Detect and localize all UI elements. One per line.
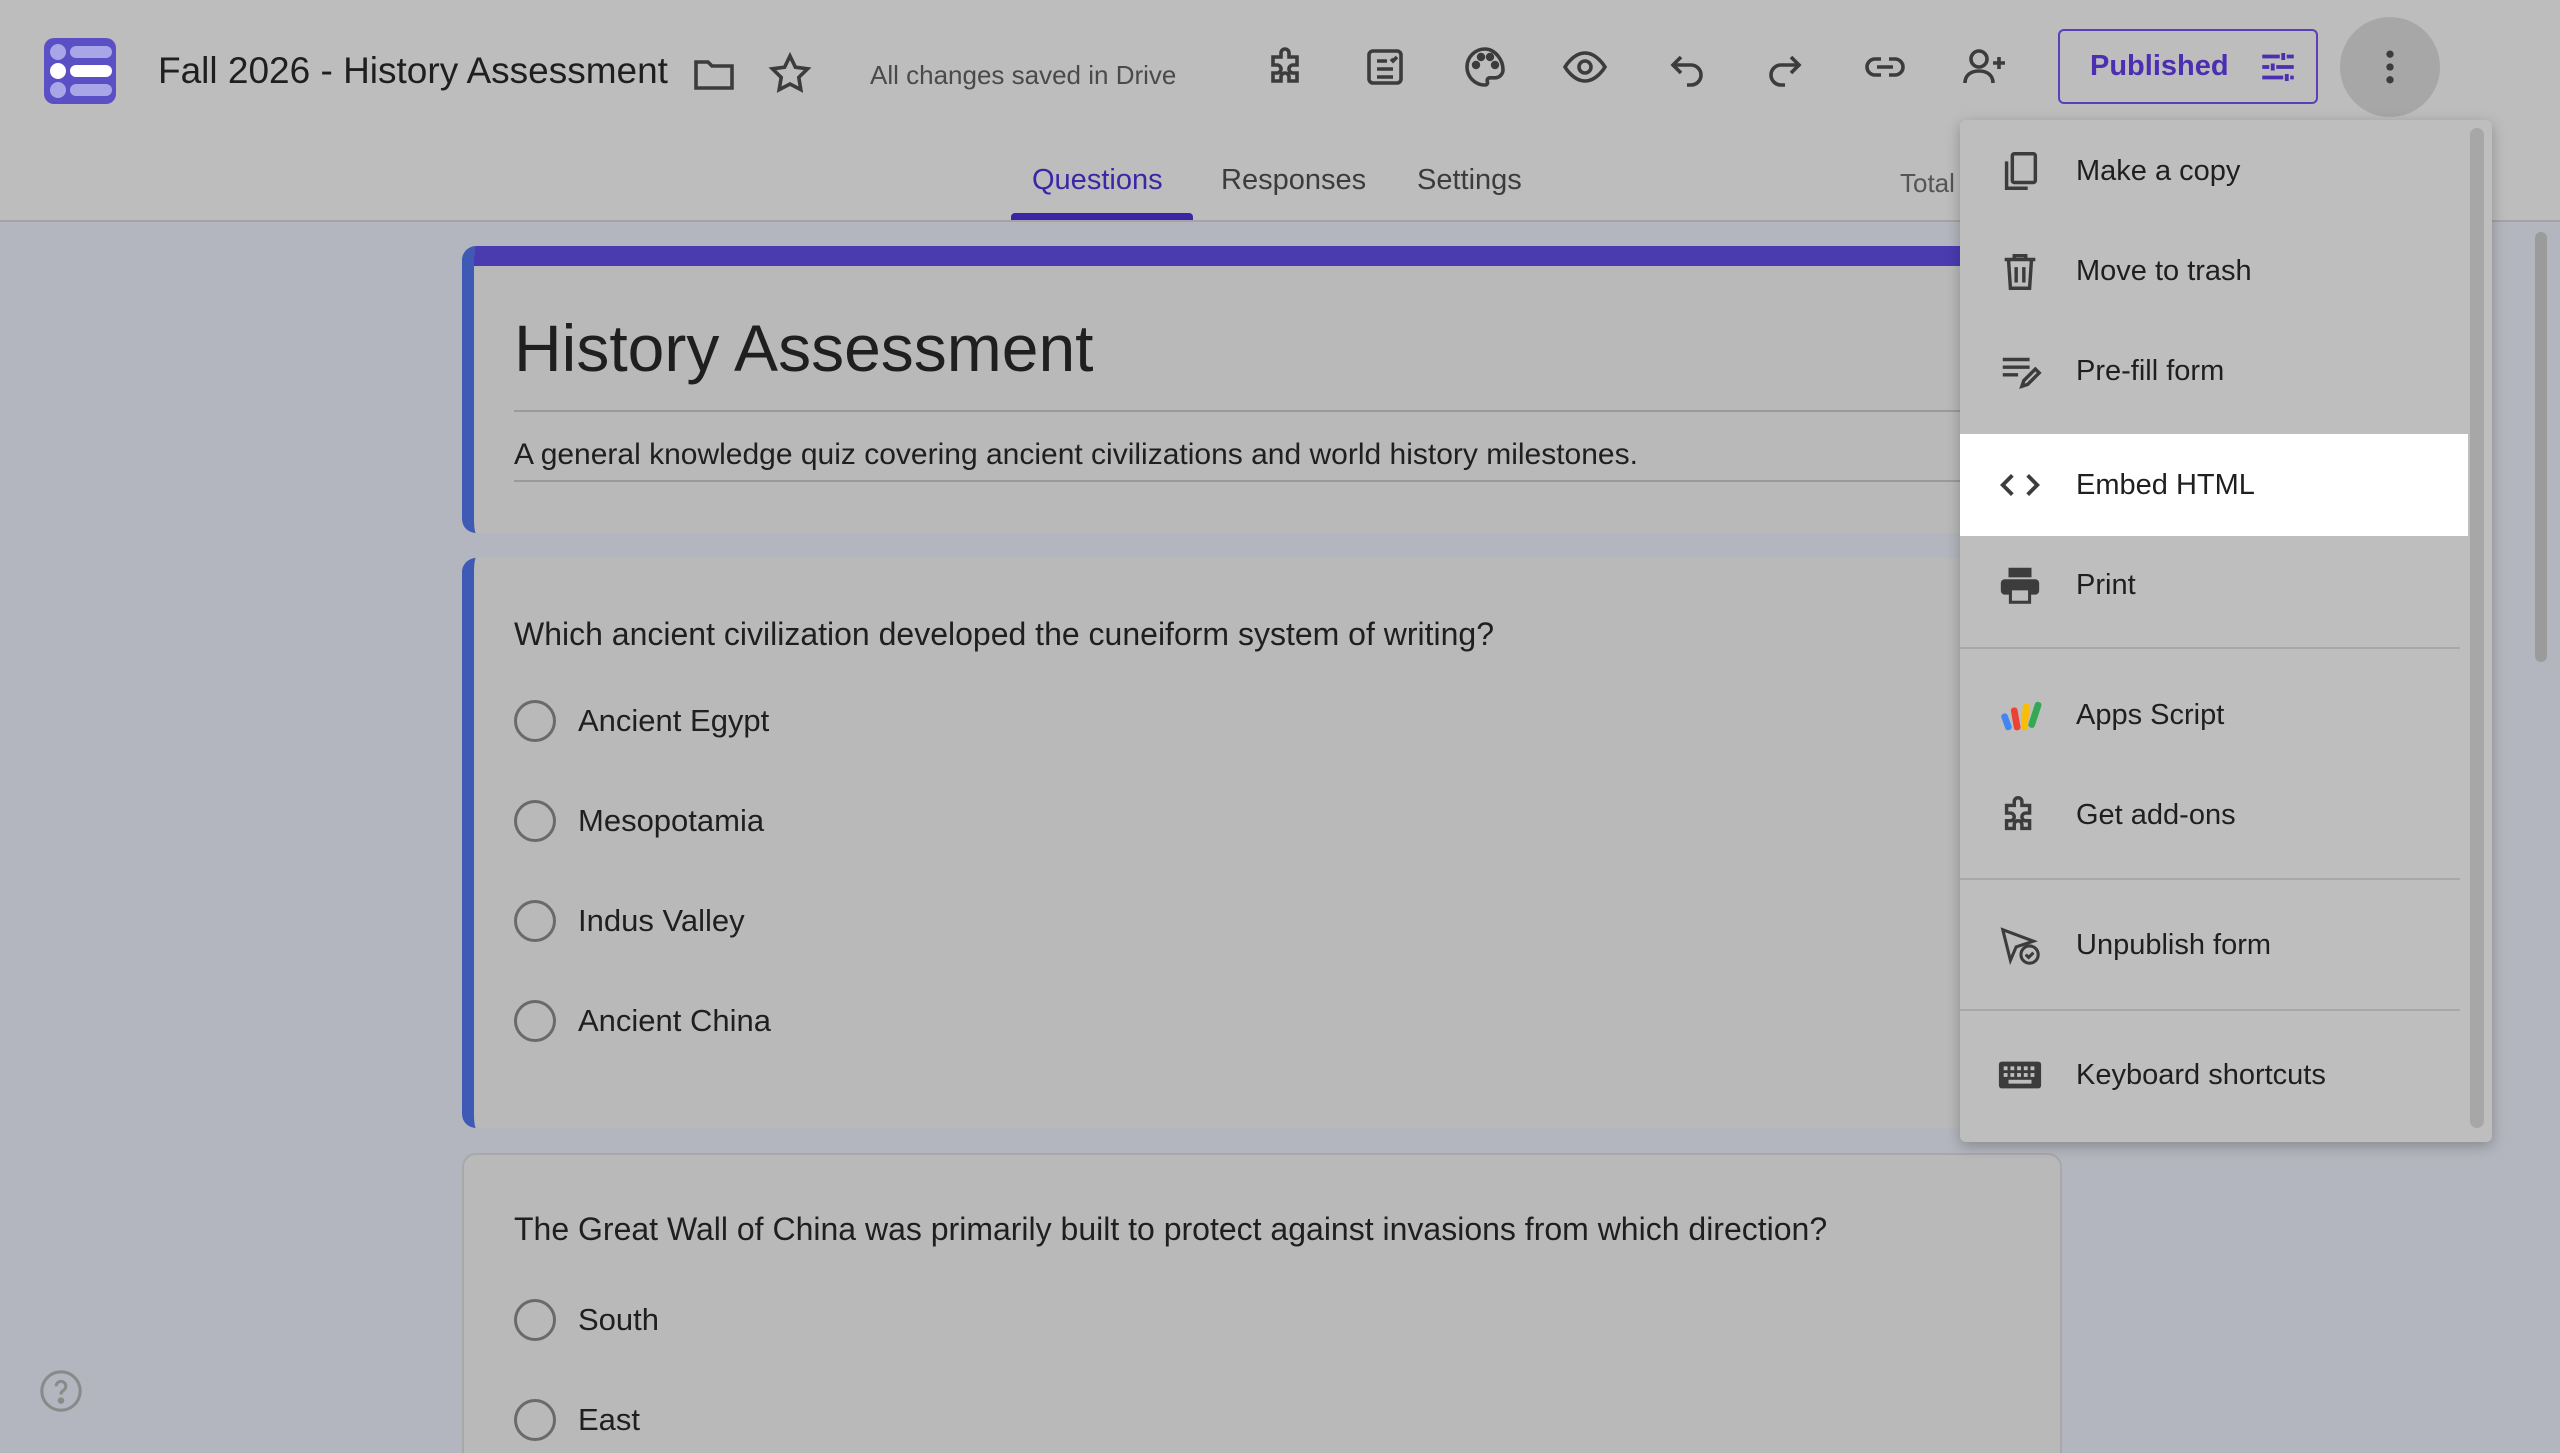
trash-icon	[2004, 253, 2036, 290]
undo-button[interactable]	[1660, 40, 1714, 94]
addons-icon	[1271, 47, 1299, 83]
preview-icon	[1562, 51, 1608, 83]
radio-button[interactable]	[514, 1299, 556, 1341]
option-label: Indus Valley	[578, 903, 745, 938]
prefill-icon	[2002, 357, 2042, 390]
menu-item-label: Make a copy	[2076, 154, 2241, 187]
more-options-menu: Make a copy Move to trash Pre-fill form …	[1960, 120, 2492, 1142]
option-item[interactable]: Indus Valley	[514, 900, 745, 942]
theme-button[interactable]	[1458, 40, 1512, 94]
redo-icon	[1769, 55, 1802, 87]
page-scrollbar[interactable]	[2535, 232, 2547, 662]
radio-button[interactable]	[514, 700, 556, 742]
published-label: Published	[2090, 50, 2229, 82]
menu-item-print[interactable]: Print	[1960, 534, 2468, 636]
published-button[interactable]: Published	[2058, 29, 2318, 104]
menu-item-keyboard-shortcuts[interactable]: Keyboard shortcuts	[1960, 1024, 2468, 1126]
apps-script-icon	[2001, 701, 2042, 731]
star-icon[interactable]	[766, 50, 814, 98]
addons-icon	[2004, 796, 2032, 831]
title-underline	[514, 410, 2062, 412]
tab-responses[interactable]: Responses	[1221, 164, 1366, 197]
document-title[interactable]: Fall 2026 - History Assessment	[158, 50, 668, 92]
menu-item-pre-fill-form[interactable]: Pre-fill form	[1960, 320, 2468, 422]
question-text[interactable]: Which ancient civilization developed the…	[514, 616, 1494, 653]
option-label: Mesopotamia	[578, 803, 765, 838]
tab-questions[interactable]: Questions	[1032, 164, 1163, 197]
radio-button[interactable]	[514, 800, 556, 842]
active-tab-indicator	[1011, 213, 1193, 220]
more-vert-icon	[2386, 50, 2394, 84]
palette-icon	[1465, 47, 1505, 87]
menu-item-embed-html[interactable]: Embed HTML	[1960, 434, 2468, 536]
copy-link-button[interactable]	[1858, 40, 1912, 94]
menu-item-label: Apps Script	[2076, 698, 2225, 731]
question-card[interactable]: Which ancient civilization developed the…	[462, 558, 2062, 1128]
save-status: All changes saved in Drive	[870, 60, 1177, 90]
menu-scrollbar[interactable]	[2470, 128, 2484, 1128]
keyboard-icon	[1998, 1061, 2042, 1089]
quiz-summary-button[interactable]	[1358, 40, 1412, 94]
menu-item-label: Pre-fill form	[2076, 354, 2225, 387]
menu-divider	[1960, 647, 2460, 649]
add-collaborator-button[interactable]	[1958, 40, 2012, 94]
quiz-summary-icon	[1367, 49, 1403, 85]
form-title-card[interactable]: History Assessment A general knowledge q…	[462, 246, 2062, 533]
radio-button[interactable]	[514, 1000, 556, 1042]
menu-item-make-a-copy[interactable]: Make a copy	[1960, 120, 2468, 222]
form-title[interactable]: History Assessment	[514, 310, 1094, 386]
menu-item-label: Unpublish form	[2076, 928, 2272, 961]
undo-icon	[1670, 55, 1703, 87]
radio-button[interactable]	[514, 900, 556, 942]
option-item[interactable]: South	[514, 1299, 659, 1341]
copy-icon	[2004, 152, 2038, 190]
unpublish-icon	[2000, 927, 2040, 966]
description-underline	[514, 480, 2062, 482]
tune-icon	[2261, 52, 2294, 81]
link-icon	[1865, 57, 1905, 77]
menu-divider	[1960, 1009, 2460, 1011]
add-collaborator-icon	[1963, 49, 2005, 84]
forms-logo-icon[interactable]	[44, 38, 116, 104]
menu-item-label: Keyboard shortcuts	[2076, 1058, 2326, 1091]
option-label: East	[578, 1402, 641, 1437]
print-icon	[2000, 567, 2040, 604]
title-card-accent	[474, 246, 2062, 266]
addons-button[interactable]	[1260, 40, 1314, 94]
preview-button[interactable]	[1558, 40, 1612, 94]
radio-button[interactable]	[514, 1399, 556, 1441]
option-item[interactable]: Mesopotamia	[514, 800, 764, 842]
menu-item-label: Print	[2076, 568, 2136, 601]
more-options-button[interactable]	[2340, 17, 2440, 117]
form-description[interactable]: A general knowledge quiz covering ancien…	[514, 438, 1638, 472]
question-text[interactable]: The Great Wall of China was primarily bu…	[514, 1211, 1827, 1248]
help-icon[interactable]	[38, 1368, 84, 1414]
option-item[interactable]: Ancient China	[514, 1000, 771, 1042]
menu-item-label: Embed HTML	[2076, 468, 2255, 501]
option-label: Ancient Egypt	[578, 703, 770, 738]
tab-settings[interactable]: Settings	[1417, 164, 1522, 197]
menu-item-label: Move to trash	[2076, 254, 2252, 287]
redo-button[interactable]	[1758, 40, 1812, 94]
option-label: South	[578, 1302, 660, 1337]
total-points-label: Total	[1900, 168, 1955, 198]
menu-divider	[1960, 878, 2460, 880]
option-item[interactable]: Ancient Egypt	[514, 700, 769, 742]
menu-item-unpublish-form[interactable]: Unpublish form	[1960, 894, 2468, 996]
question-card[interactable]: The Great Wall of China was primarily bu…	[462, 1153, 2062, 1453]
option-item[interactable]: East	[514, 1399, 640, 1441]
menu-item-label: Get add-ons	[2076, 798, 2236, 831]
menu-item-get-add-ons[interactable]: Get add-ons	[1960, 764, 2468, 866]
menu-item-move-to-trash[interactable]: Move to trash	[1960, 220, 2468, 322]
code-icon	[2000, 474, 2040, 496]
folder-icon[interactable]	[690, 50, 738, 98]
menu-item-apps-script[interactable]: Apps Script	[1960, 664, 2468, 766]
option-label: Ancient China	[578, 1003, 772, 1038]
